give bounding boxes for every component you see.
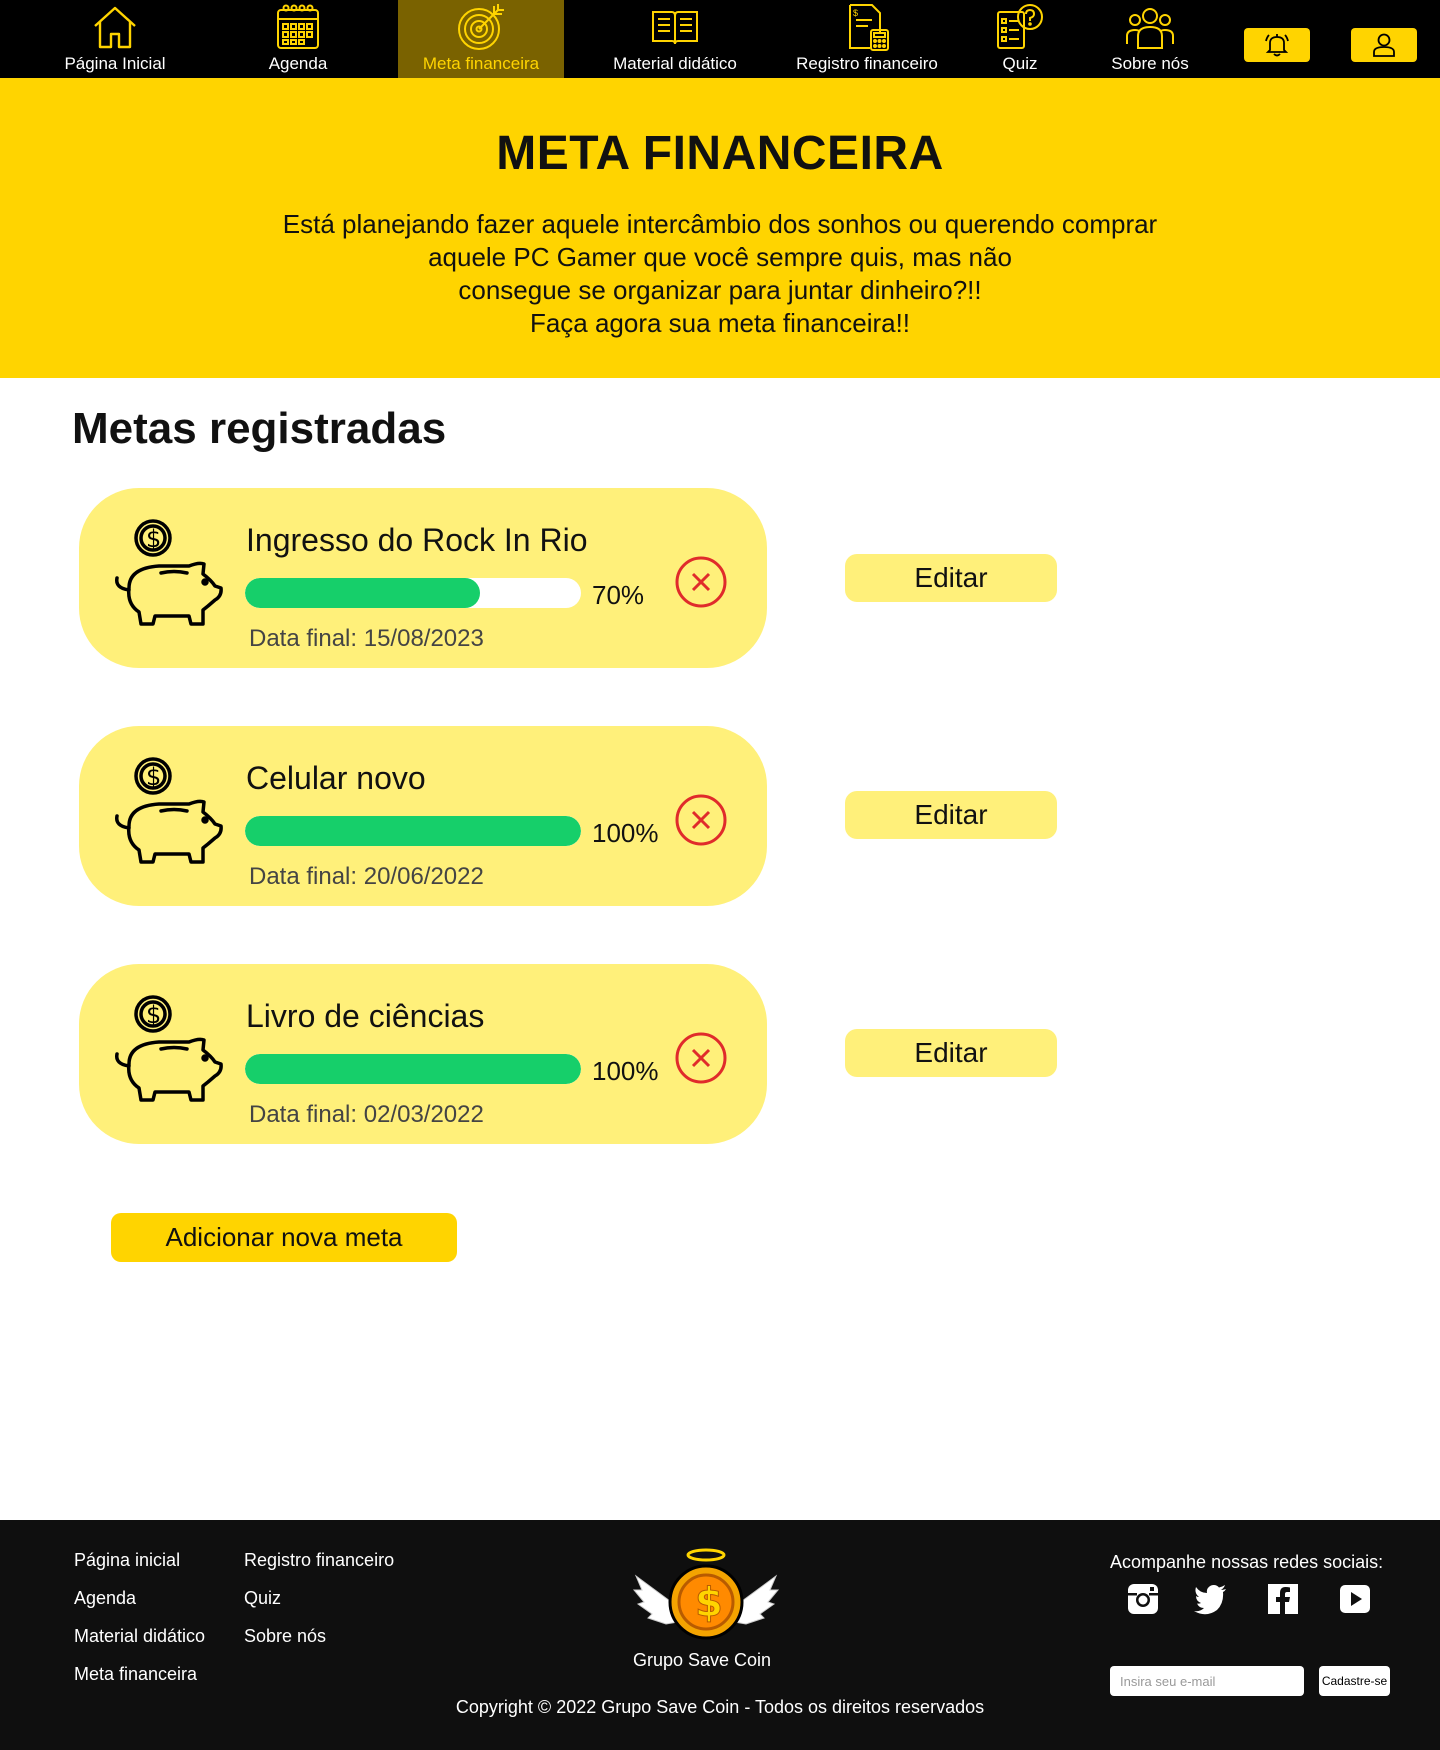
nav-label: Registro financeiro [796, 54, 938, 73]
progress-bar [245, 578, 581, 608]
notifications-button[interactable] [1244, 28, 1310, 62]
piggy-bank-icon: $ [115, 995, 223, 1102]
nav-item-meta-financeira[interactable]: Meta financeira [398, 0, 564, 78]
edit-goal-button[interactable]: Editar [845, 791, 1057, 839]
hero-line: consegue se organizar para juntar dinhei… [458, 275, 982, 305]
nav-label: Material didático [613, 54, 737, 73]
delete-goal-button[interactable] [674, 793, 728, 847]
nav-label: Quiz [1002, 54, 1038, 73]
section-title: Metas registradas [72, 404, 447, 453]
piggy-bank-icon: $ [115, 519, 223, 626]
page-title: META FINANCEIRA [496, 127, 944, 180]
progress-fill [245, 578, 481, 608]
nav-item-quiz[interactable]: Quiz [980, 0, 1060, 78]
svg-text:$: $ [695, 1580, 723, 1626]
top-nav: Página Inicial Agenda Meta financeira Ma… [0, 0, 1440, 78]
book-icon [652, 11, 698, 45]
goal-card: $ Livro de ciências 100% Data final: 02/… [79, 964, 767, 1144]
goal-card: $ Ingresso do Rock In Rio 70% Data final… [79, 488, 767, 668]
nav-item-sobre-nos[interactable]: Sobre nós [1100, 0, 1200, 78]
social-title: Acompanhe nossas redes sociais: [1110, 1552, 1384, 1572]
footer-link[interactable]: Agenda [74, 1588, 136, 1609]
svg-text:$: $ [146, 763, 161, 791]
goal-date: Data final: 02/03/2022 [249, 1101, 484, 1128]
brand-name: Grupo Save Coin [632, 1650, 772, 1670]
hero-description: Está planejando fazer aquele intercâmbio… [270, 208, 1170, 340]
progress-fill [245, 816, 581, 846]
nav-item-registro-financeiro[interactable]: $ Registro financeiro [786, 0, 948, 78]
edit-goal-button[interactable]: Editar [845, 554, 1057, 602]
nav-label: Meta financeira [422, 54, 540, 73]
svg-text:$: $ [146, 525, 161, 553]
svg-text:$: $ [146, 1001, 161, 1029]
youtube-icon[interactable] [1338, 1582, 1372, 1616]
progress-percent: 100% [592, 1056, 659, 1086]
edit-goal-button[interactable]: Editar [845, 1029, 1057, 1077]
nav-item-agenda[interactable]: Agenda [248, 0, 348, 78]
bell-icon [1265, 34, 1289, 57]
target-icon [458, 4, 504, 50]
team-icon [1126, 8, 1174, 49]
progress-bar [245, 1054, 581, 1084]
progress-percent: 100% [592, 818, 659, 848]
progress-fill [245, 1054, 581, 1084]
coin-angel-logo-icon: $ [632, 1548, 780, 1640]
quiz-icon [997, 4, 1043, 49]
hero-line: Faça agora sua meta financeira!! [529, 308, 911, 338]
nav-label: Agenda [268, 54, 328, 73]
twitter-icon[interactable] [1194, 1582, 1228, 1616]
footer-link[interactable]: Material didático [74, 1626, 205, 1647]
goal-date: Data final: 15/08/2023 [249, 625, 484, 652]
ledger-icon: $ [849, 4, 889, 51]
goal-name: Livro de ciências [246, 998, 485, 1034]
delete-goal-button[interactable] [674, 1031, 728, 1085]
nav-label: Página Inicial [64, 54, 166, 73]
subscribe-button[interactable]: Cadastre-se [1319, 1666, 1390, 1696]
goal-date: Data final: 20/06/2022 [249, 863, 484, 890]
facebook-icon[interactable] [1266, 1582, 1300, 1616]
nav-item-home[interactable]: Página Inicial [50, 0, 180, 78]
nav-label: Sobre nós [1111, 54, 1189, 73]
add-goal-button[interactable]: Adicionar nova meta [111, 1213, 457, 1262]
instagram-icon[interactable] [1126, 1582, 1160, 1616]
goal-name: Celular novo [246, 760, 426, 796]
user-icon [1373, 33, 1395, 57]
hero-line: aquele PC Gamer que você sempre quis, ma… [428, 242, 1012, 272]
footer-link[interactable]: Registro financeiro [244, 1550, 394, 1571]
progress-bar [245, 816, 581, 846]
footer-link[interactable]: Sobre nós [244, 1626, 326, 1647]
delete-goal-button[interactable] [674, 555, 728, 609]
email-input[interactable] [1110, 1666, 1304, 1696]
progress-percent: 70% [592, 580, 645, 610]
hero-line: Está planejando fazer aquele intercâmbio… [282, 209, 1158, 239]
nav-item-material-didatico[interactable]: Material didático [600, 0, 750, 78]
footer: Página inicial Agenda Material didático … [0, 1520, 1440, 1750]
profile-button[interactable] [1351, 28, 1417, 62]
footer-link[interactable]: Página inicial [74, 1550, 180, 1571]
svg-text:$: $ [853, 8, 858, 18]
footer-link[interactable]: Quiz [244, 1588, 281, 1609]
goal-name: Ingresso do Rock In Rio [246, 522, 588, 558]
hero-banner: META FINANCEIRA Está planejando fazer aq… [0, 78, 1440, 378]
goal-card: $ Celular novo 100% Data final: 20/06/20… [79, 726, 767, 906]
copyright: Copyright © 2022 Grupo Save Coin - Todos… [455, 1697, 985, 1717]
piggy-bank-icon: $ [115, 757, 223, 864]
home-icon [94, 6, 136, 49]
calendar-icon [277, 4, 319, 49]
footer-link[interactable]: Meta financeira [74, 1664, 197, 1685]
